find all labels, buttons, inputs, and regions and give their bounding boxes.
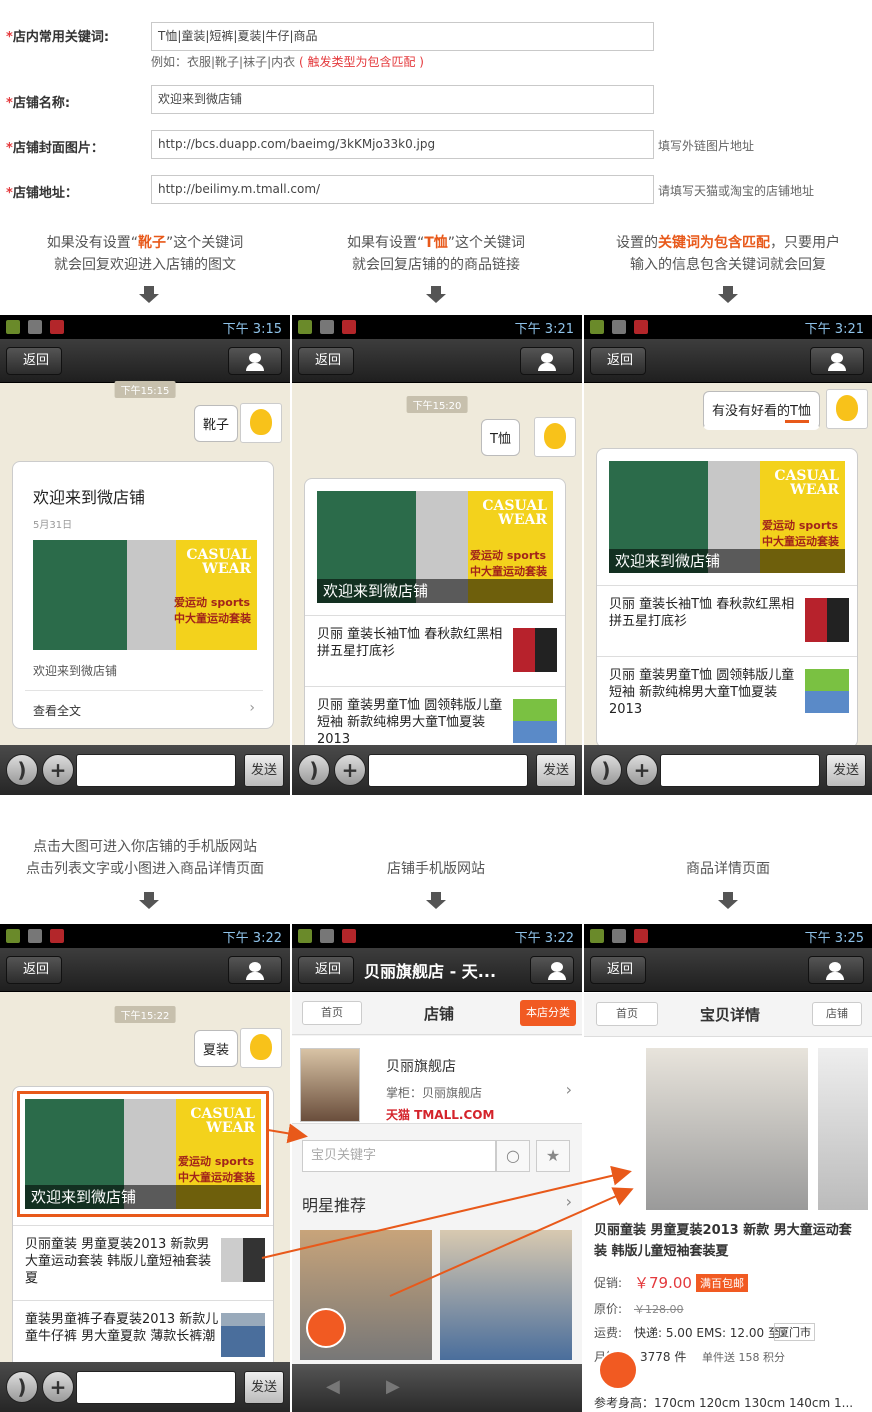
connector-arrows	[261, 1123, 634, 1297]
